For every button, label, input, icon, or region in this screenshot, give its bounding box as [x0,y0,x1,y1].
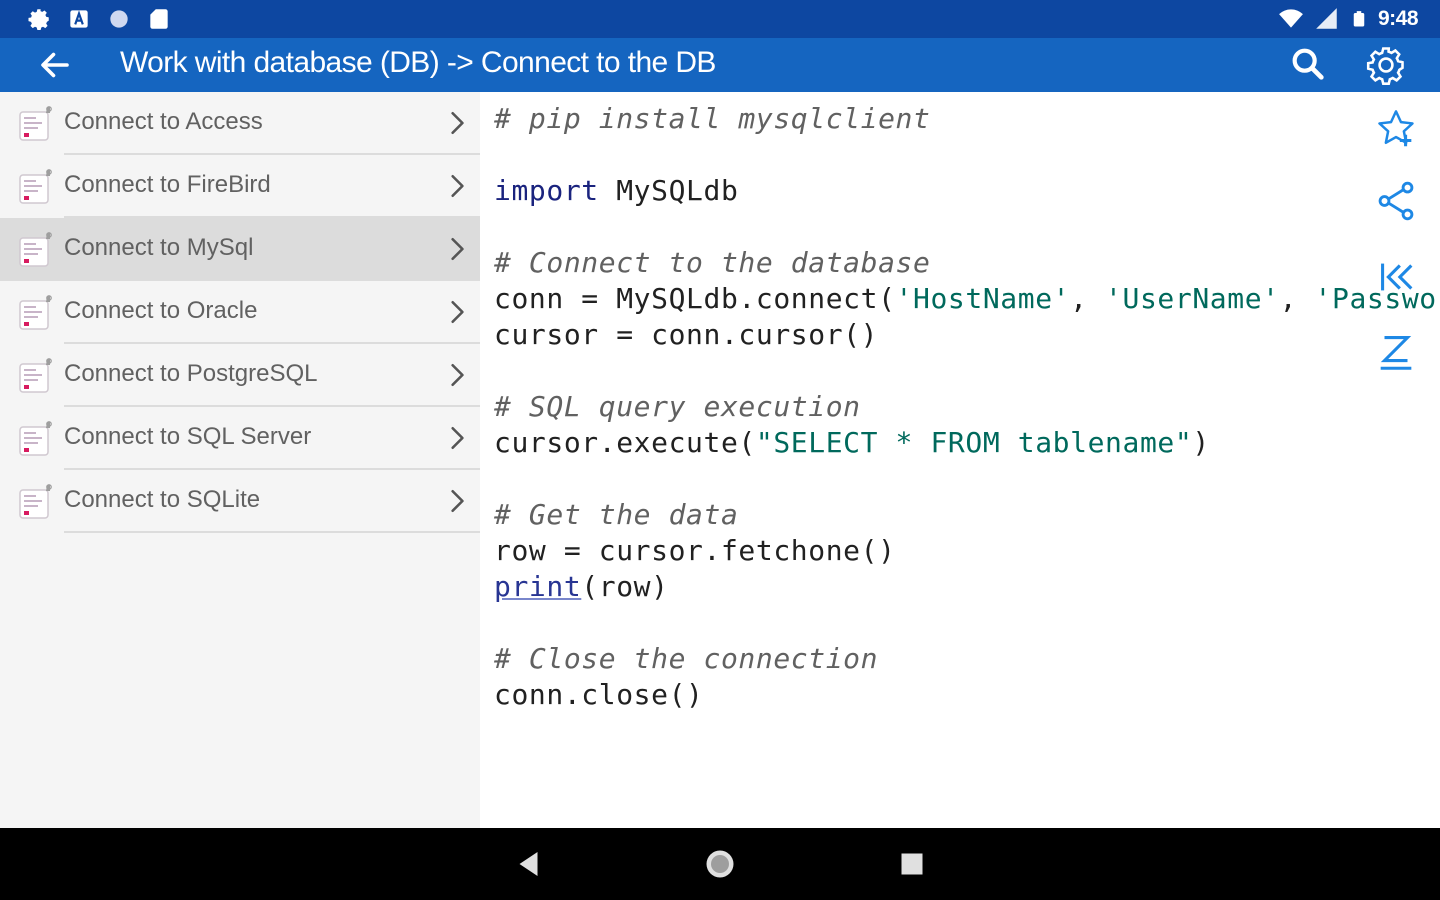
code-token: 'UserName' [1105,282,1280,315]
navigation-bar [0,828,1440,900]
topic-list: Connect to Access Connect to FireBird Conn… [0,92,480,828]
status-icons-left [26,6,172,32]
code-token: # Get the data [494,498,739,531]
list-divider [64,531,480,533]
list-item-label: Connect to SQL Server [64,423,312,450]
status-bar: 9:48 [0,0,1440,38]
code-token: # Connect to the database [494,246,931,279]
code-token: # SQL query execution [494,390,861,423]
chevron-right-icon [451,489,464,513]
settings-icon[interactable] [1364,43,1408,87]
database-doc-icon [16,356,56,396]
database-doc-icon [16,230,56,270]
code-view: # pip install mysqlclient import MySQLdb #… [480,92,1440,828]
list-item[interactable]: Connect to Access [0,92,480,155]
code-token: ) [1192,426,1210,459]
database-doc-icon [16,293,56,333]
code-line: # SQL query execution [494,390,861,423]
status-icons-right: 9:48 [1278,6,1419,32]
code-line: row = cursor.fetchone() [494,534,896,567]
signal-icon [1316,8,1337,29]
sd-card-icon [150,9,168,29]
wifi-icon [1279,9,1303,28]
code-token: # Close the connection [494,642,879,675]
chevron-right-icon [451,111,464,135]
sort-icon[interactable] [1373,328,1419,374]
battery-icon [1353,11,1365,27]
code-line: print(row) [494,570,669,603]
code-token: import [494,174,599,207]
code-token: row = cursor.fetchone() [494,534,896,567]
chevron-right-icon [451,174,464,198]
list-item[interactable]: Connect to PostgreSQL [0,344,480,407]
status-time: 9:48 [1377,7,1419,30]
gear-icon [28,9,49,31]
code-token: print [494,570,582,603]
code-token: # pip install mysqlclient [494,102,931,135]
code-line: # pip install mysqlclient [494,102,930,135]
code-line: conn = MySQLdb.connect('HostName', 'User… [494,282,1440,315]
list-item-label: Connect to Access [64,108,263,135]
list-item-label: Connect to SQLite [64,486,261,513]
database-doc-icon [16,482,56,522]
share-icon[interactable] [1373,178,1419,224]
chevron-right-icon [451,300,464,324]
nav-home-icon[interactable] [702,846,738,882]
code-token: "SELECT * FROM tablename" [755,426,1193,459]
code-token: cursor = conn.cursor() [494,318,879,351]
list-item-label: Connect to Oracle [64,297,258,324]
code-token: , [1279,282,1315,315]
code-line: import MySQLdb [494,174,738,207]
code-line: # Close the connection [494,642,878,675]
code-line: # Connect to the database [494,246,930,279]
database-doc-icon [16,167,56,207]
code-token: conn.close() [494,678,704,711]
chevron-right-icon [451,237,464,261]
code-token: , [1070,282,1106,315]
app-bar: Work with database (DB) -> Connect to th… [0,38,1440,92]
first-page-icon[interactable] [1373,254,1419,300]
code-token: MySQLdb [598,174,739,207]
a-icon [70,10,88,28]
list-item[interactable]: Connect to SQLite [0,470,480,533]
page-title: Work with database (DB) -> Connect to th… [120,46,716,79]
database-doc-icon [16,419,56,459]
chevron-right-icon [451,363,464,387]
nav-back-icon[interactable] [512,846,548,882]
code-line: cursor.execute("SELECT * FROM tablename"… [494,426,1210,459]
list-item[interactable]: Connect to SQL Server [0,407,480,470]
code-token: 'HostName' [895,282,1071,315]
database-doc-icon [16,104,56,144]
code-token: (row) [581,570,669,603]
add-favorite-icon[interactable] [1373,106,1419,152]
nav-recents-icon[interactable] [894,846,930,882]
list-item-label: Connect to FireBird [64,171,271,198]
code-line: cursor = conn.cursor() [494,318,878,351]
code-line: conn.close() [494,678,704,711]
code-line: # Get the data [494,498,738,531]
back-arrow-icon[interactable] [36,47,74,83]
circle-icon [110,10,128,28]
chevron-right-icon [451,426,464,450]
list-item-label: Connect to MySql [64,234,254,261]
list-item-label: Connect to PostgreSQL [64,360,318,387]
list-item[interactable]: Connect to Oracle [0,281,480,344]
search-icon[interactable] [1288,44,1328,84]
code-token: cursor.execute( [494,426,756,459]
list-item[interactable]: Connect to MySql [0,218,480,281]
list-item[interactable]: Connect to FireBird [0,155,480,218]
code-token: conn = MySQLdb.connect( [494,282,896,315]
